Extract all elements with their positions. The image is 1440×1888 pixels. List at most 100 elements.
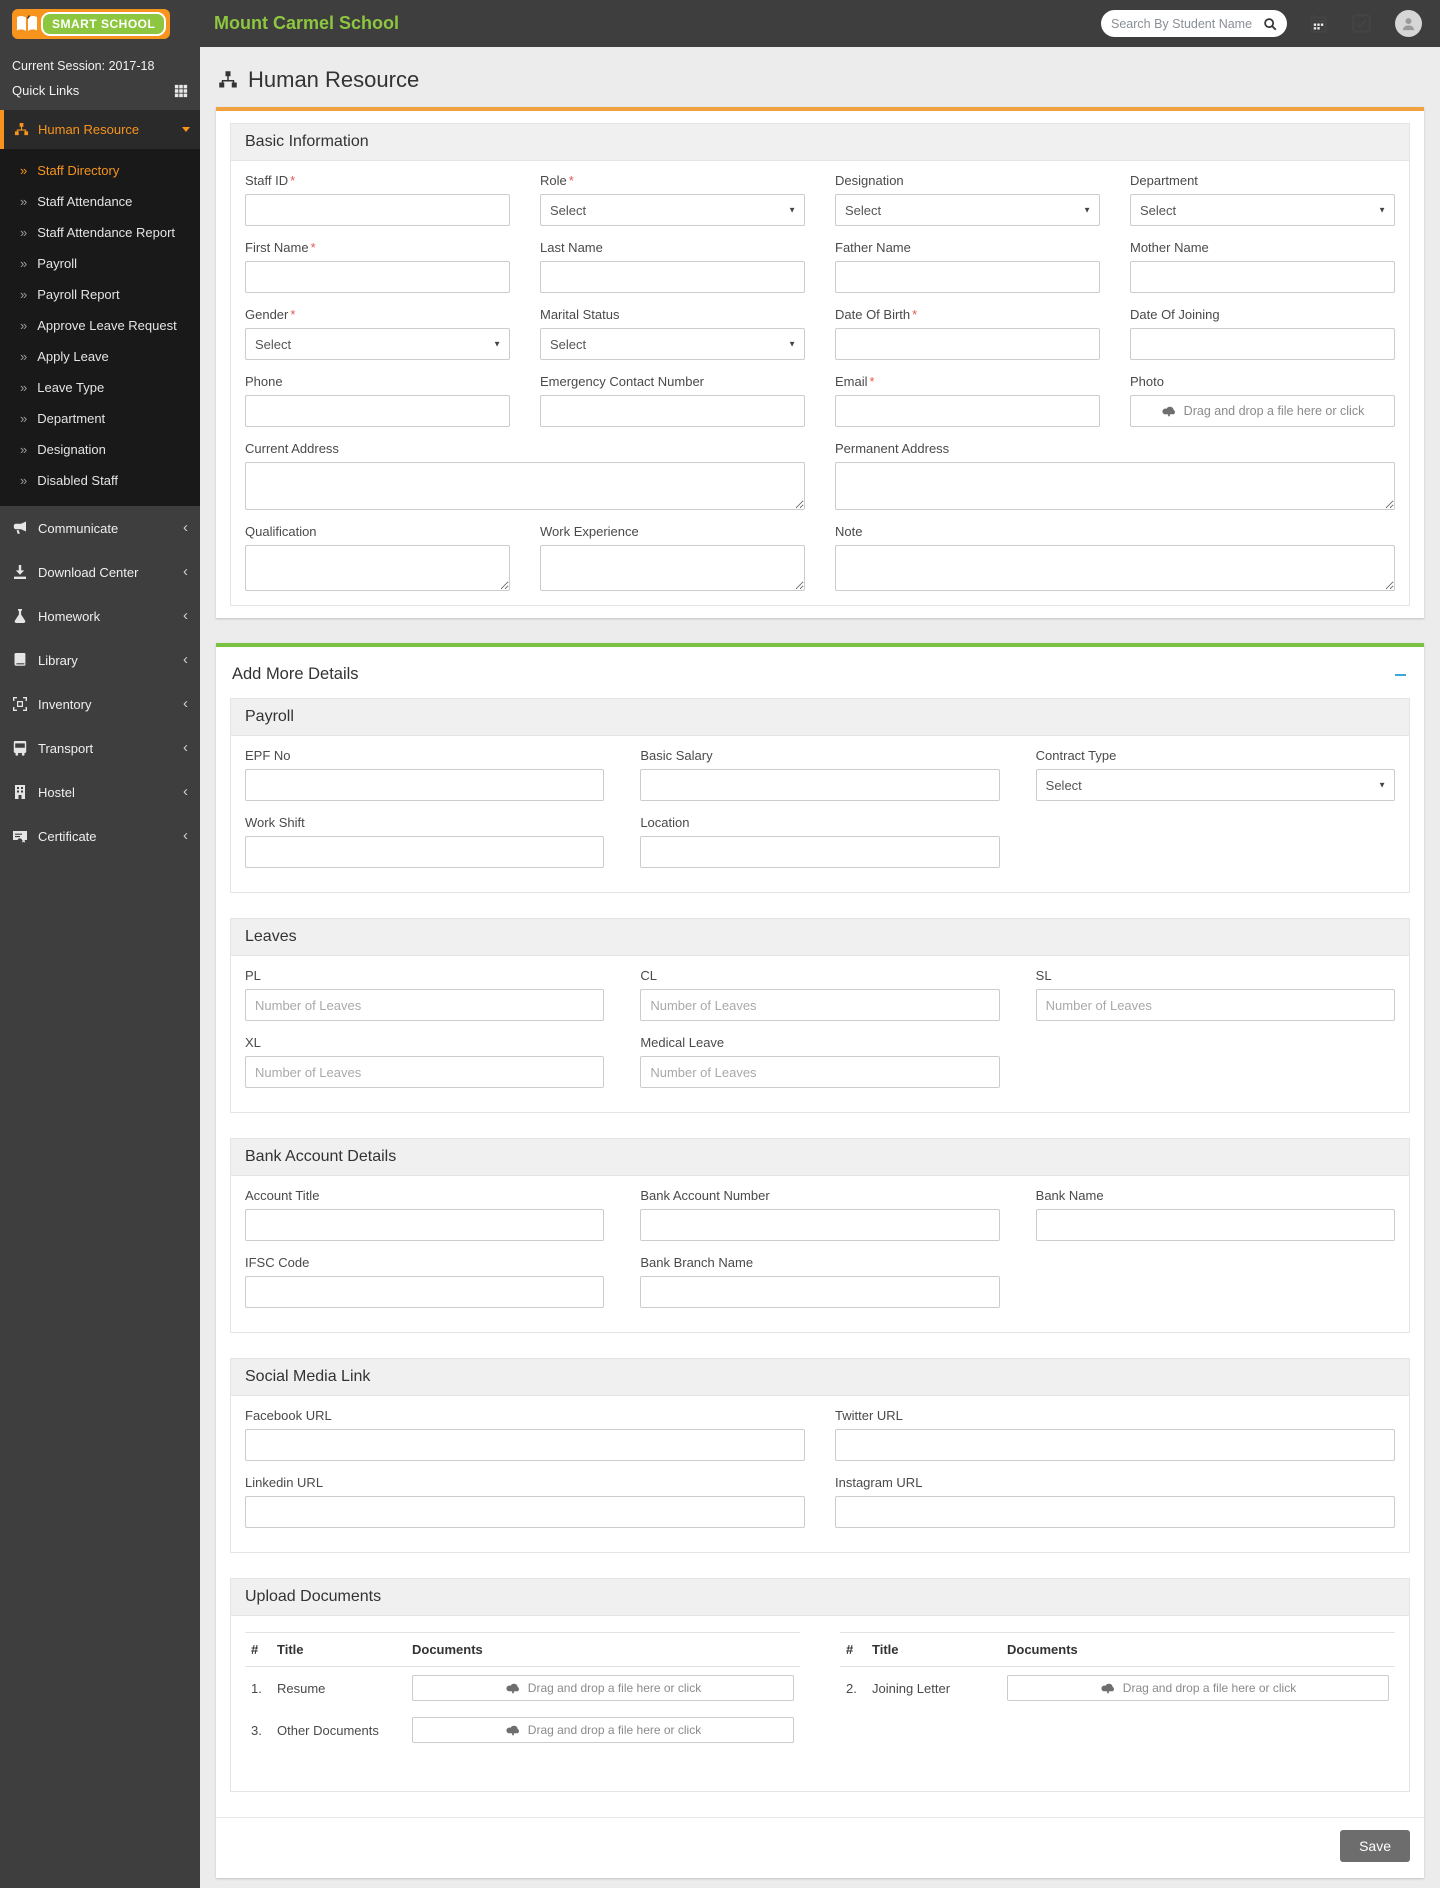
date-of-joining-input[interactable]: [1130, 328, 1395, 360]
location-label: Location: [640, 815, 999, 830]
sidebar-item-inventory[interactable]: Inventory: [0, 682, 200, 726]
submenu-item-leave-type[interactable]: Leave Type: [0, 372, 200, 403]
linkedin-url-label: Linkedin URL: [245, 1475, 805, 1490]
sidebar-item-label: Human Resource: [38, 122, 139, 137]
submenu-item-staff-directory[interactable]: Staff Directory: [0, 155, 200, 186]
submenu-item-payroll-report[interactable]: Payroll Report: [0, 279, 200, 310]
sidebar-item-hostel[interactable]: Hostel: [0, 770, 200, 814]
staff-id-input[interactable]: [245, 194, 510, 226]
role-field: Role* Select: [540, 173, 805, 226]
sidebar-item-homework[interactable]: Homework: [0, 594, 200, 638]
submenu-item-staff-attendance-report[interactable]: Staff Attendance Report: [0, 217, 200, 248]
search-input[interactable]: [1111, 17, 1263, 31]
table-row: 3. Other Documents Drag and drop a file …: [245, 1709, 800, 1751]
cl-input[interactable]: [640, 989, 999, 1021]
gender-select[interactable]: Select: [245, 328, 510, 360]
last-name-input[interactable]: [540, 261, 805, 293]
qualification-field: Qualification: [245, 524, 510, 591]
pl-input[interactable]: [245, 989, 604, 1021]
add-more-details-title: Add More Details: [232, 665, 359, 684]
location-input[interactable]: [640, 836, 999, 868]
submenu-item-staff-attendance[interactable]: Staff Attendance: [0, 186, 200, 217]
payroll-header: Payroll: [231, 699, 1409, 736]
submenu-item-approve-leave-request[interactable]: Approve Leave Request: [0, 310, 200, 341]
app-logo[interactable]: SMART SCHOOL: [0, 9, 200, 39]
sidebar-item-human-resource[interactable]: Human Resource: [0, 110, 200, 149]
top-header: SMART SCHOOL Mount Carmel School: [0, 0, 1440, 47]
joining-letter-dropzone[interactable]: Drag and drop a file here or click: [1007, 1675, 1389, 1701]
first-name-input[interactable]: [245, 261, 510, 293]
department-select[interactable]: Select: [1130, 194, 1395, 226]
role-select[interactable]: Select: [540, 194, 805, 226]
sidebar-item-label: Homework: [38, 609, 100, 624]
calendar-icon[interactable]: [1309, 14, 1328, 33]
sl-input[interactable]: [1036, 989, 1395, 1021]
submenu-item-apply-leave[interactable]: Apply Leave: [0, 341, 200, 372]
sidebar-item-certificate[interactable]: Certificate: [0, 814, 200, 858]
emergency-contact-input[interactable]: [540, 395, 805, 427]
bank-branch-input[interactable]: [640, 1276, 999, 1308]
contract-type-select[interactable]: Select: [1036, 769, 1395, 801]
basic-salary-input[interactable]: [640, 769, 999, 801]
submenu-item-disabled-staff[interactable]: Disabled Staff: [0, 465, 200, 496]
twitter-url-input[interactable]: [835, 1429, 1395, 1461]
medical-leave-input[interactable]: [640, 1056, 999, 1088]
current-address-textarea[interactable]: [245, 462, 805, 510]
submenu-item-designation[interactable]: Designation: [0, 434, 200, 465]
facebook-url-input[interactable]: [245, 1429, 805, 1461]
note-label: Note: [835, 524, 1395, 539]
note-textarea[interactable]: [835, 545, 1395, 591]
instagram-url-input[interactable]: [835, 1496, 1395, 1528]
cloud-upload-icon: [1100, 1682, 1116, 1694]
collapse-minus-icon[interactable]: [1392, 667, 1408, 683]
account-title-input[interactable]: [245, 1209, 604, 1241]
work-experience-textarea[interactable]: [540, 545, 805, 591]
email-input[interactable]: [835, 395, 1100, 427]
search-icon[interactable]: [1263, 17, 1277, 31]
qualification-textarea[interactable]: [245, 545, 510, 591]
resume-dropzone[interactable]: Drag and drop a file here or click: [412, 1675, 794, 1701]
submenu-item-department[interactable]: Department: [0, 403, 200, 434]
marital-status-field: Marital Status Select: [540, 307, 805, 360]
doc-col-title: Title: [271, 1633, 406, 1667]
other-documents-dropzone[interactable]: Drag and drop a file here or click: [412, 1717, 794, 1743]
sidebar-item-communicate[interactable]: Communicate: [0, 506, 200, 550]
social-media-section: Social Media Link Facebook URL Twitter U…: [230, 1358, 1410, 1553]
xl-field: XL: [245, 1035, 604, 1088]
sl-label: SL: [1036, 968, 1395, 983]
father-name-input[interactable]: [835, 261, 1100, 293]
sidebar: Current Session: 2017-18 Quick Links Hum…: [0, 47, 200, 1888]
qualification-label: Qualification: [245, 524, 510, 539]
xl-input[interactable]: [245, 1056, 604, 1088]
work-shift-label: Work Shift: [245, 815, 604, 830]
required-marker: *: [569, 173, 574, 188]
sidebar-item-library[interactable]: Library: [0, 638, 200, 682]
emergency-contact-field: Emergency Contact Number: [540, 374, 805, 427]
quick-links[interactable]: Quick Links: [0, 75, 200, 110]
ifsc-code-input[interactable]: [245, 1276, 604, 1308]
mother-name-input[interactable]: [1130, 261, 1395, 293]
select-value: Select: [845, 203, 881, 218]
school-name: Mount Carmel School: [214, 13, 399, 34]
doc-col-title: Title: [866, 1633, 1001, 1667]
submenu-label: Staff Directory: [37, 163, 119, 178]
bank-account-number-input[interactable]: [640, 1209, 999, 1241]
linkedin-url-input[interactable]: [245, 1496, 805, 1528]
epf-no-input[interactable]: [245, 769, 604, 801]
permanent-address-textarea[interactable]: [835, 462, 1395, 510]
bank-name-input[interactable]: [1036, 1209, 1395, 1241]
task-check-icon[interactable]: [1352, 14, 1371, 33]
work-shift-input[interactable]: [245, 836, 604, 868]
sidebar-item-download-center[interactable]: Download Center: [0, 550, 200, 594]
phone-input[interactable]: [245, 395, 510, 427]
photo-dropzone[interactable]: Drag and drop a file here or click: [1130, 395, 1395, 427]
designation-select[interactable]: Select: [835, 194, 1100, 226]
sidebar-item-transport[interactable]: Transport: [0, 726, 200, 770]
account-title-label: Account Title: [245, 1188, 604, 1203]
chevron-left-icon: [183, 567, 188, 577]
user-avatar[interactable]: [1395, 10, 1422, 37]
marital-status-select[interactable]: Select: [540, 328, 805, 360]
save-button[interactable]: Save: [1340, 1830, 1410, 1862]
submenu-item-payroll[interactable]: Payroll: [0, 248, 200, 279]
date-of-birth-input[interactable]: [835, 328, 1100, 360]
